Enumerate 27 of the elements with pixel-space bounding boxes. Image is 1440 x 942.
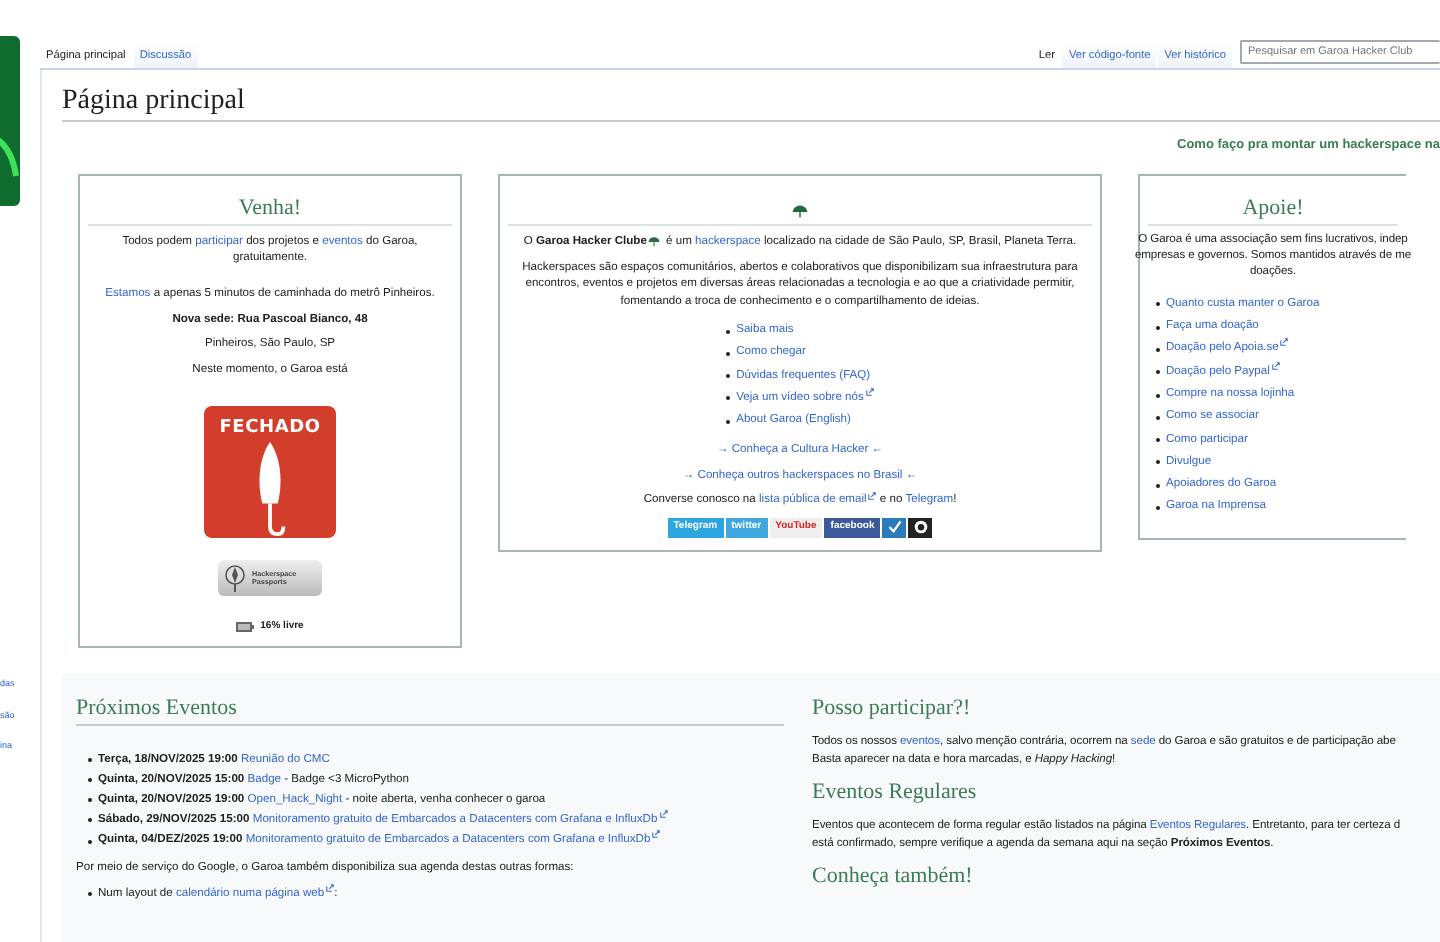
check-icon <box>887 520 902 535</box>
section-title: Próximos Eventos <box>76 696 784 726</box>
bullet-icon <box>726 419 731 424</box>
umbrella-icon <box>648 235 661 248</box>
battery-icon <box>236 622 255 633</box>
external-link-icon <box>659 810 668 819</box>
check-badge[interactable] <box>882 517 907 538</box>
external-link-icon <box>1271 361 1280 370</box>
umbrella-icon <box>792 204 808 221</box>
bullet-icon <box>726 374 731 379</box>
box-title: Apoie! <box>1148 196 1398 226</box>
external-link-icon <box>865 387 874 396</box>
bullet-icon <box>726 351 731 356</box>
external-link-icon <box>868 492 877 501</box>
external-link-icon <box>652 830 661 839</box>
github-badge[interactable] <box>908 517 933 538</box>
external-link-icon <box>326 884 335 893</box>
section-title: Eventos Regulares <box>812 780 979 809</box>
box-title: Venha! <box>88 196 452 226</box>
page-title: Página principal <box>62 86 1440 123</box>
compass-icon <box>224 563 246 592</box>
section-title: Posso participar?! <box>812 696 973 724</box>
bullet-icon <box>726 396 731 401</box>
bullet-icon <box>726 329 731 334</box>
external-link-icon <box>1280 338 1289 347</box>
status-sign: FECHADO <box>204 405 336 538</box>
section-title: Conheça também! <box>812 864 975 893</box>
